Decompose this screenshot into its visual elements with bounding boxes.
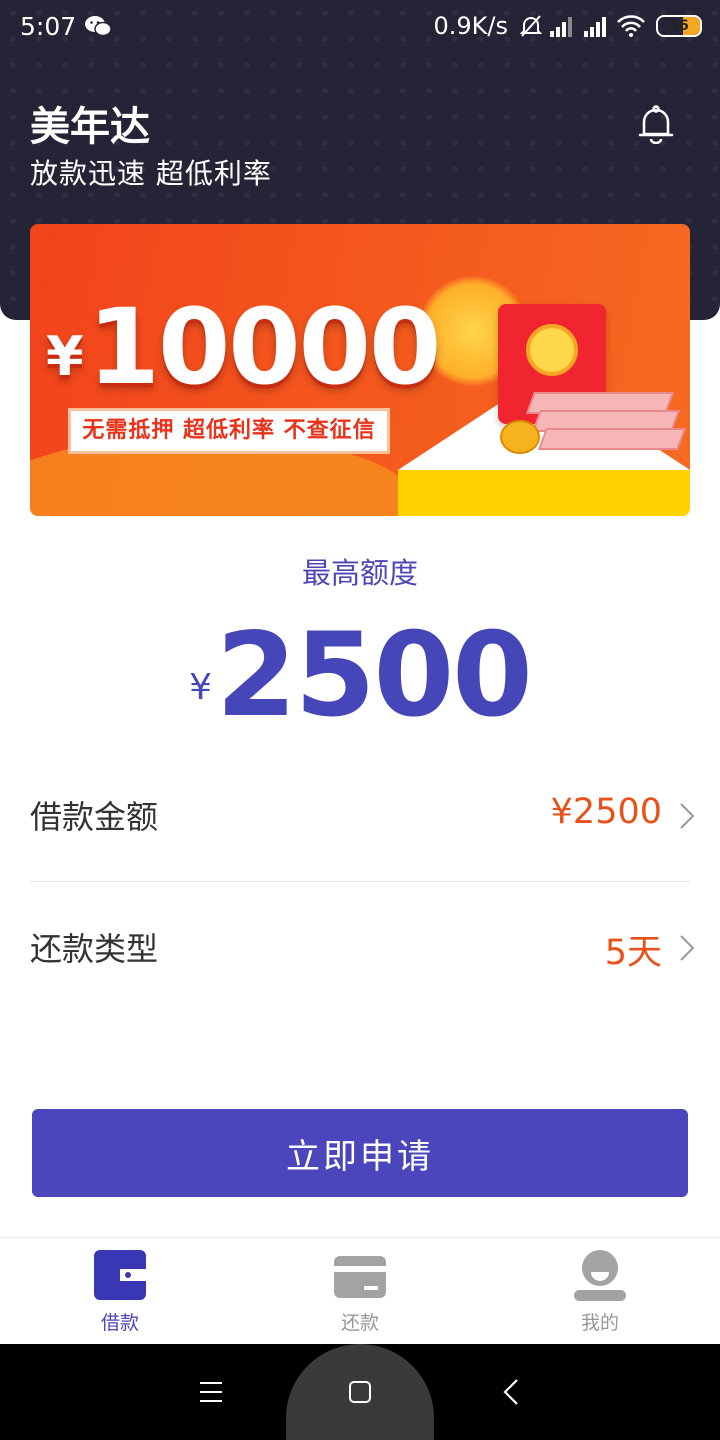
loan-amount-label: 借款金额 xyxy=(30,798,159,836)
app-title: 美年达 xyxy=(30,104,150,150)
battery-icon: 46 xyxy=(656,15,702,37)
tab-repay[interactable]: 还款 xyxy=(240,1238,480,1345)
tab-repay-label: 还款 xyxy=(340,1312,379,1334)
apply-now-button[interactable]: 立即申请 xyxy=(32,1109,688,1197)
max-limit-label: 最高额度 xyxy=(301,556,418,590)
wallet-icon xyxy=(94,1250,146,1300)
tab-borrow-label: 借款 xyxy=(100,1312,139,1334)
repay-type-row[interactable]: 还款类型 5天 xyxy=(30,884,695,1014)
limit-amount-number: 2500 xyxy=(216,608,533,743)
chevron-right-icon xyxy=(680,935,695,961)
repay-type-label: 还款类型 xyxy=(30,930,159,968)
banner-tagline: 无需抵押 超低利率 不查征信 xyxy=(82,418,376,443)
battery-level: 46 xyxy=(669,18,689,34)
system-nav-bar xyxy=(0,1344,720,1440)
bottom-tab-bar: 借款 还款 我的 xyxy=(0,1237,720,1344)
loan-amount-row[interactable]: 借款金额 ¥2500 xyxy=(30,752,695,882)
mute-bell-icon xyxy=(520,15,542,37)
network-speed: 0.9K/s xyxy=(433,12,509,40)
max-limit-amount: ¥2500 xyxy=(0,608,720,743)
signal-icon xyxy=(550,17,572,37)
banner-amount: ¥10000 xyxy=(46,286,442,408)
wifi-icon xyxy=(617,15,645,37)
status-right-group: 0.9K/s 46 xyxy=(433,12,702,40)
promo-banner[interactable]: ¥10000 无需抵押 超低利率 不查征信 xyxy=(30,224,690,516)
menu-icon[interactable] xyxy=(199,1380,223,1404)
loan-amount-value: ¥2500 xyxy=(550,792,662,832)
chevron-right-icon xyxy=(680,803,695,829)
envelope-seal xyxy=(526,324,578,376)
status-time: 5:07 xyxy=(20,12,77,41)
status-bar: 5:07 0.9K/s 46 xyxy=(0,0,720,52)
banner-currency: ¥ xyxy=(46,325,84,388)
tab-borrow[interactable]: 借款 xyxy=(0,1238,240,1345)
bell-icon[interactable] xyxy=(638,104,674,144)
coin-icon xyxy=(500,420,540,454)
divider xyxy=(30,881,690,882)
wechat-icon xyxy=(85,16,112,37)
repay-type-value: 5天 xyxy=(604,933,662,973)
user-icon xyxy=(574,1250,626,1301)
banner-amount-number: 10000 xyxy=(87,286,442,408)
signal-icon xyxy=(584,17,606,37)
banner-tagline-box: 无需抵押 超低利率 不查征信 xyxy=(68,408,390,454)
home-icon[interactable] xyxy=(348,1380,372,1404)
tab-mine[interactable]: 我的 xyxy=(480,1238,720,1345)
cash-stack-icon xyxy=(537,428,687,450)
tab-mine-label: 我的 xyxy=(580,1312,619,1334)
limit-currency: ¥ xyxy=(189,667,213,708)
card-icon xyxy=(334,1256,386,1298)
app-subtitle: 放款迅速 超低利率 xyxy=(30,157,272,190)
banner-decoration xyxy=(398,470,690,516)
back-icon[interactable] xyxy=(502,1378,520,1406)
